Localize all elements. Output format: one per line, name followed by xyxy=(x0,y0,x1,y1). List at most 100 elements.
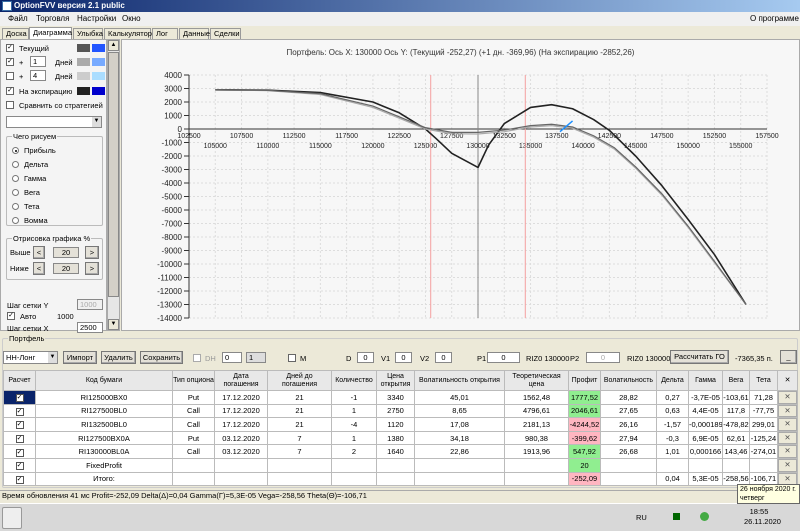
clock-time[interactable]: 18:55 xyxy=(744,507,774,516)
table-row[interactable]: ✓ RI132500BL0 Call 17.12.2020 21 -4 1120 17,08 2… xyxy=(3,417,798,432)
save-button[interactable]: Сохранить xyxy=(140,351,183,364)
tab-smile[interactable]: Улыбка xyxy=(73,28,103,39)
p2-input[interactable]: 0 xyxy=(586,352,620,363)
current-color-swatch-2[interactable] xyxy=(92,44,105,52)
calc-checkbox-cell[interactable]: ✓ xyxy=(3,430,36,446)
v1-input[interactable]: 0 xyxy=(395,352,412,363)
plus-days-1-checkbox[interactable]: ✓ xyxy=(6,58,14,66)
below-increase-button[interactable]: > xyxy=(85,262,99,275)
column-header[interactable]: Волатильность открытия xyxy=(414,370,505,391)
below-decrease-button[interactable]: < xyxy=(33,262,45,275)
column-header[interactable]: Дельта xyxy=(656,370,689,391)
tab-log[interactable]: Лог xyxy=(152,28,178,39)
auto-checkbox[interactable]: ✓ xyxy=(7,312,15,320)
column-header[interactable]: Тип опциона xyxy=(172,370,215,391)
tab-deals[interactable]: Сделки xyxy=(210,28,241,39)
start-button[interactable] xyxy=(2,507,22,529)
column-header[interactable]: Гамма xyxy=(688,370,723,391)
import-button[interactable]: Импорт xyxy=(63,351,97,364)
remove-row-icon[interactable]: ✕ xyxy=(778,432,797,444)
radio-vega[interactable] xyxy=(12,189,19,196)
v2-input[interactable]: 0 xyxy=(435,352,452,363)
calc-checkbox[interactable]: ✓ xyxy=(15,407,24,416)
tab-data[interactable]: Данные xyxy=(179,28,210,39)
tab-calculator[interactable]: Калькулятор xyxy=(104,28,152,39)
remove-row-icon[interactable]: ✕ xyxy=(778,391,797,404)
column-header[interactable]: Расчет xyxy=(3,370,36,391)
spinner-2[interactable]: 1 xyxy=(246,352,266,363)
grid-x-input[interactable]: 2500 xyxy=(77,322,103,333)
radio-gamma[interactable] xyxy=(12,175,19,182)
column-header[interactable]: Профит xyxy=(568,370,601,391)
days1-color-swatch[interactable] xyxy=(77,58,90,66)
column-header[interactable]: Вега xyxy=(722,370,750,391)
remove-row-icon[interactable]: ✕ xyxy=(778,459,797,472)
expiration-checkbox[interactable]: ✓ xyxy=(6,87,14,95)
current-checkbox[interactable]: ✓ xyxy=(6,44,14,52)
days-2-input[interactable]: 4 xyxy=(30,70,46,81)
calculate-go-button[interactable]: Рассчитать ГО xyxy=(670,350,729,364)
table-row[interactable]: ✓ RI125000BX0 Put 17.12.2020 21 -1 3340 45,01 15… xyxy=(3,390,798,405)
grid-y-input[interactable]: 1000 xyxy=(77,299,103,310)
calc-checkbox-cell[interactable]: ✓ xyxy=(3,471,36,487)
m-checkbox[interactable] xyxy=(288,354,296,362)
radio-delta[interactable] xyxy=(12,161,19,168)
column-header[interactable]: Дата погашения xyxy=(214,370,268,391)
column-header[interactable]: ✕ xyxy=(777,370,798,391)
remove-row-icon[interactable]: ✕ xyxy=(778,418,797,431)
menu-about[interactable]: О программе xyxy=(750,12,799,26)
table-row[interactable]: ✓ RI127500BX0A Put 03.12.2020 7 1 1380 34,18 980… xyxy=(3,430,798,446)
p1-input[interactable]: 0 xyxy=(487,352,520,363)
expiration-color-swatch[interactable] xyxy=(77,87,90,95)
table-row[interactable]: ✓ RI130000BL0A Call 03.12.2020 7 2 1640 22,86 19… xyxy=(3,444,798,459)
radio-theta[interactable] xyxy=(12,203,19,210)
remove-row-icon[interactable]: ✕ xyxy=(778,445,797,458)
language-indicator[interactable]: RU xyxy=(636,513,647,522)
d-input[interactable]: 0 xyxy=(357,352,374,363)
chart-canvas[interactable]: 40003000200010000-1000-2000-3000-4000-50… xyxy=(122,40,800,332)
calc-checkbox[interactable]: ✓ xyxy=(15,462,24,471)
radio-profit[interactable] xyxy=(12,147,19,154)
above-decrease-button[interactable]: < xyxy=(33,246,45,259)
calc-checkbox[interactable]: ✓ xyxy=(15,475,24,484)
delete-button[interactable]: Удалить xyxy=(101,351,136,364)
current-color-swatch[interactable] xyxy=(77,44,90,52)
days1-color-swatch-2[interactable] xyxy=(92,58,105,66)
calc-checkbox[interactable]: ✓ xyxy=(15,435,24,444)
tray-app-icon[interactable] xyxy=(673,513,680,520)
table-row[interactable]: ✓ Итого: -252,09 0,04 5,3E-05 -258,56 -106,71 ✕ xyxy=(3,471,798,487)
clock-date[interactable]: 26.11.2020 xyxy=(744,517,784,526)
tab-diagram[interactable]: Диаграмма xyxy=(29,27,72,39)
table-row[interactable]: ✓ RI127500BL0 Call 17.12.2020 21 1 2750 8,65 479… xyxy=(3,403,798,419)
expiration-color-swatch-2[interactable] xyxy=(92,87,105,95)
above-increase-button[interactable]: > xyxy=(85,246,99,259)
calc-checkbox-cell[interactable]: ✓ xyxy=(3,403,36,419)
calc-checkbox-cell[interactable]: ✓ xyxy=(3,390,36,405)
scroll-thumb[interactable] xyxy=(108,52,119,297)
days-1-input[interactable]: 1 xyxy=(30,56,46,67)
left-panel-scrollbar[interactable]: ▲ ▼ xyxy=(107,39,120,331)
days2-color-swatch[interactable] xyxy=(77,72,90,80)
strategy-compare-select[interactable]: ▼ xyxy=(6,116,102,128)
minimize-button[interactable]: _ xyxy=(780,350,797,364)
calc-checkbox-cell[interactable]: ✓ xyxy=(3,417,36,432)
dh-checkbox[interactable] xyxy=(193,354,201,362)
column-header[interactable]: Дней до погашения xyxy=(267,370,332,391)
tray-check-icon[interactable] xyxy=(700,512,709,521)
radio-vomma[interactable] xyxy=(12,217,19,224)
column-header[interactable]: Теоретическая цена xyxy=(504,370,569,391)
calc-checkbox[interactable]: ✓ xyxy=(15,448,24,457)
menu-window[interactable]: Окно xyxy=(122,12,141,26)
calc-checkbox[interactable]: ✓ xyxy=(15,421,24,430)
days2-color-swatch-2[interactable] xyxy=(92,72,105,80)
calc-checkbox[interactable]: ✓ xyxy=(15,394,24,403)
table-row[interactable]: ✓ FixedProfit 20 ✕ xyxy=(3,457,798,473)
spinner-1[interactable]: 0 xyxy=(222,352,242,363)
calc-checkbox-cell[interactable]: ✓ xyxy=(3,444,36,459)
menu-file[interactable]: Файл xyxy=(8,12,28,26)
plus-days-2-checkbox[interactable] xyxy=(6,72,14,80)
column-header[interactable]: Волатильность xyxy=(600,370,657,391)
column-header[interactable]: Количество xyxy=(331,370,377,391)
remove-row-icon[interactable]: ✕ xyxy=(778,405,797,417)
menu-trading[interactable]: Торговля xyxy=(36,12,69,26)
